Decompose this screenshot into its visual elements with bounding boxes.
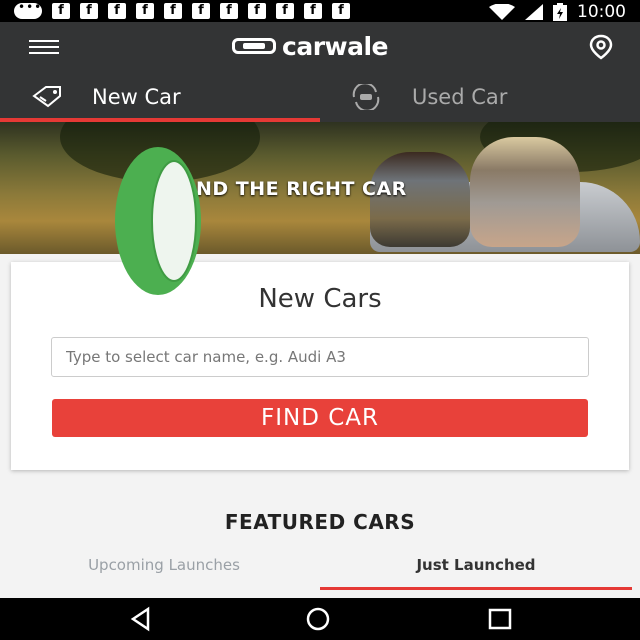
tab-just-launched[interactable]: Just Launched [316,556,636,574]
clock: 10:00 [577,2,626,22]
featured-cars-title: FEATURED CARS [224,510,416,534]
featured-tab-indicator [320,587,632,590]
facebook-icon: f [304,3,322,19]
facebook-icon: f [52,3,70,19]
tab-new-car-label: New Car [92,85,181,109]
facebook-icon: f [332,3,350,19]
facebook-icon: f [80,3,98,19]
carwale-logo: carwale [232,31,389,61]
facebook-icon: f [108,3,126,19]
car-search-input[interactable] [51,337,589,377]
tab-upcoming-launches[interactable]: Upcoming Launches [4,556,324,574]
hero-banner: ND THE RIGHT CAR [0,122,640,254]
message-icon [14,0,42,19]
facebook-icon: f [136,3,154,19]
back-icon[interactable] [128,606,154,632]
navigation-bar [0,598,640,640]
tab-used-car[interactable]: Used Car [320,72,640,122]
status-bar: f f f f f f f f f f f 10:00 [0,0,640,22]
new-cars-card: New Cars FIND CAR [11,262,629,470]
refresh-car-icon [352,84,380,110]
wifi-icon [489,4,515,20]
menu-icon[interactable] [29,40,59,54]
notification-icons: f f f f f f f f f f f [14,0,350,19]
tire-icon [115,147,201,295]
recents-icon[interactable] [487,606,513,632]
brand-name: carwale [282,31,389,61]
tab-new-car[interactable]: New Car [0,72,320,122]
banner-person-image [470,137,580,247]
battery-icon [553,3,567,21]
tab-used-car-label: Used Car [412,85,508,109]
facebook-icon: f [164,3,182,19]
find-car-button[interactable]: FIND CAR [52,399,588,437]
facebook-icon: f [248,3,266,19]
home-icon[interactable] [305,606,331,632]
signal-icon [525,4,543,20]
new-cars-title: New Cars [258,284,382,314]
location-pin-icon[interactable] [588,34,614,60]
app-bar: carwale New Car Used Car [0,22,640,122]
facebook-icon: f [220,3,238,19]
facebook-icon: f [276,3,294,19]
logo-mark-icon [232,38,276,54]
facebook-icon: f [192,3,210,19]
banner-headline: ND THE RIGHT CAR [196,178,407,200]
tag-icon [32,86,61,108]
system-status: 10:00 [489,2,626,22]
